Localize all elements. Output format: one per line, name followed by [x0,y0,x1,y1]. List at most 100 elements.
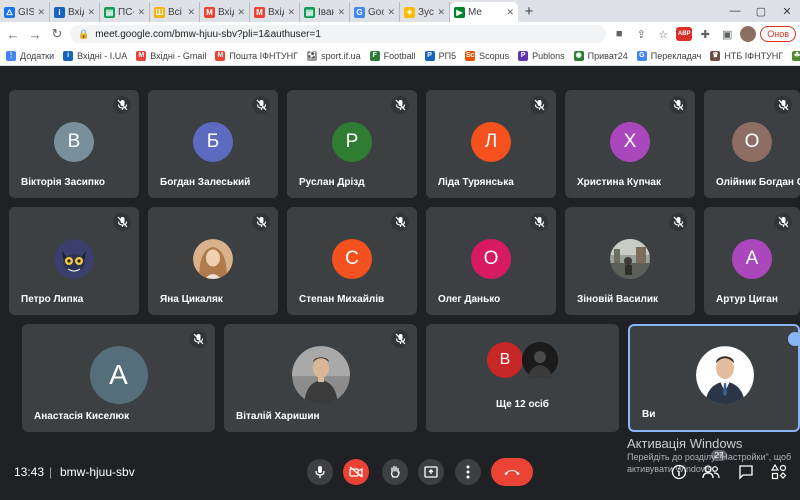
browser-tab[interactable]: ▤ПС-Ро✕ [100,2,150,22]
participant-tile[interactable]: Зіновій Василик [565,207,695,315]
microphone-button[interactable] [307,459,333,485]
tab-favicon-icon: ▤ [104,6,115,18]
tab-close-icon[interactable]: ✕ [187,7,195,18]
bookmark-item[interactable]: M Пошта ІФНТУНГ [215,50,298,61]
participant-tile[interactable]: Віталій Харишин [224,324,417,432]
extensions-icon[interactable]: ✚ [696,28,714,41]
tab-close-icon[interactable]: ✕ [387,7,395,18]
chat-button[interactable] [737,463,755,481]
participant-tile[interactable]: С Степан Михайлів [287,207,417,315]
browser-tab[interactable]: ▶ Me ✕ [450,2,518,22]
bookmark-item[interactable]: F Football [369,50,416,61]
participant-name: Яна Цикаляк [160,294,223,305]
participant-tile[interactable]: Петро Липка [9,207,139,315]
tab-favicon-icon: G [354,6,365,18]
more-participants-tile[interactable]: В Ще 12 осіб [426,324,619,432]
participant-tile[interactable]: A Анастасія Киселюк [22,324,215,432]
browser-tab[interactable]: iВхідні✕ [50,2,100,22]
participant-name: Руслан Дрізд [299,177,365,188]
address-url: meet.google.com/bmw-hjuu-sbv?pli=1&authu… [95,28,321,40]
address-bar[interactable]: 🔒 meet.google.com/bmw-hjuu-sbv?pli=1&aut… [70,25,607,43]
bookmark-item[interactable]: ☘db.uaf.ua [792,50,800,61]
tab-close-icon[interactable]: ✕ [337,7,345,18]
minimize-icon[interactable]: — [722,5,748,17]
bookmark-item[interactable]: ⋮ Додатки [6,50,54,61]
browser-tab[interactable]: ▤Івано-✕ [300,2,350,22]
profile-avatar[interactable] [740,26,757,42]
participant-tile[interactable]: А Артур Циган [704,207,800,315]
mic-off-icon [774,96,792,114]
meeting-details-button[interactable] [670,463,688,481]
side-panel-icon[interactable]: ▣ [718,28,736,41]
close-window-icon[interactable]: ✕ [774,5,800,18]
bookmarks-bar: ⋮ Додатки i Вхідні - I.UA M Вхідні - Gmail M По… [0,46,800,66]
participant-tile[interactable]: Х Христина Купчак [565,90,695,198]
bookmark-item[interactable]: P Publons [518,50,565,61]
bookmark-item[interactable]: G Перекладач [636,50,702,61]
camera-in-use-icon[interactable]: ■ [610,28,628,40]
update-button[interactable]: Онов [760,26,796,42]
present-icon [424,466,438,478]
bookmark-item[interactable]: P РП5 [424,50,456,61]
participant-tile[interactable]: Б Богдан Залеський [148,90,278,198]
bookmark-item[interactable]: i Вхідні - I.UA [63,50,127,61]
forward-icon[interactable]: → [26,27,44,42]
bookmark-favicon-icon: ⋮ [6,50,16,61]
browser-tab[interactable]: 🜂GISME✕ [0,2,50,22]
participant-tile[interactable]: О Олійник Богдан С [704,90,800,198]
bookmark-item[interactable]: M Вхідні - Gmail [136,50,206,61]
participant-avatar [291,346,350,405]
tab-close-icon[interactable]: ✕ [287,7,295,18]
participant-avatar: О [471,239,511,279]
browser-tab[interactable]: MВхідні✕ [250,2,300,22]
bookmark-item[interactable]: Sc Scopus [465,50,509,61]
browser-tab[interactable]: ✦Зустрі✕ [400,2,450,22]
participant-tile[interactable]: В Вікторія Засипко [9,90,139,198]
tab-close-icon[interactable]: ✕ [237,7,245,18]
maximize-icon[interactable]: ▢ [748,5,774,18]
tab-close-icon[interactable]: ✕ [437,7,445,18]
reload-icon[interactable]: ↻ [48,26,66,42]
participant-tile[interactable]: О Олег Данько [426,207,556,315]
participant-name: Артур Циган [716,294,778,305]
participant-avatar [193,239,233,279]
browser-tab[interactable]: ШВсі нов✕ [150,2,200,22]
bookmark-item[interactable]: ♛ НТБ ІФНТУНГ [710,50,783,61]
participant-tile[interactable]: Л Ліда Турянська [426,90,556,198]
activities-button[interactable] [770,463,788,481]
present-screen-button[interactable] [418,459,444,485]
tab-close-icon[interactable]: ✕ [37,7,45,18]
more-vert-icon [466,465,470,479]
divider: | [49,465,53,479]
bookmark-favicon-icon: P [424,50,435,61]
share-icon[interactable]: ⇪ [632,28,650,41]
participants-button[interactable] [702,463,720,481]
tab-close-icon[interactable]: ✕ [137,7,145,18]
browser-tab[interactable]: GGoogle✕ [350,2,400,22]
raise-hand-button[interactable] [382,459,408,485]
mic-off-icon [669,213,687,231]
back-icon[interactable]: ← [4,27,22,42]
adblock-extension-icon[interactable]: ABP [676,27,693,41]
meeting-controls-bar: 13:43 | bmw-hjuu-sbv [0,445,800,500]
tab-title: Me [468,6,482,18]
self-tile[interactable]: Ви [628,324,800,432]
tab-title: Зустрі [418,6,434,18]
self-more-icon[interactable] [788,332,798,346]
more-options-button[interactable] [455,459,481,485]
camera-button[interactable] [343,459,369,485]
mic-off-icon [530,213,548,231]
bookmark-star-icon[interactable]: ☆ [654,28,672,41]
participant-avatar: Л [471,122,511,162]
participant-tile[interactable]: Р Руслан Дрізд [287,90,417,198]
bookmark-label: Перекладач [650,50,702,61]
bookmark-item[interactable]: ◉ Приват24 [573,50,628,61]
tab-close-icon[interactable]: ✕ [506,7,514,18]
participant-tile[interactable]: Яна Цикаляк [148,207,278,315]
bookmark-item[interactable]: ⚽ sport.if.ua [307,50,361,61]
leave-call-button[interactable] [491,458,533,486]
bookmark-favicon-icon: G [636,50,647,61]
tab-close-icon[interactable]: ✕ [87,7,95,18]
new-tab-button[interactable]: + [518,2,540,22]
browser-tab[interactable]: MВхідні✕ [200,2,250,22]
